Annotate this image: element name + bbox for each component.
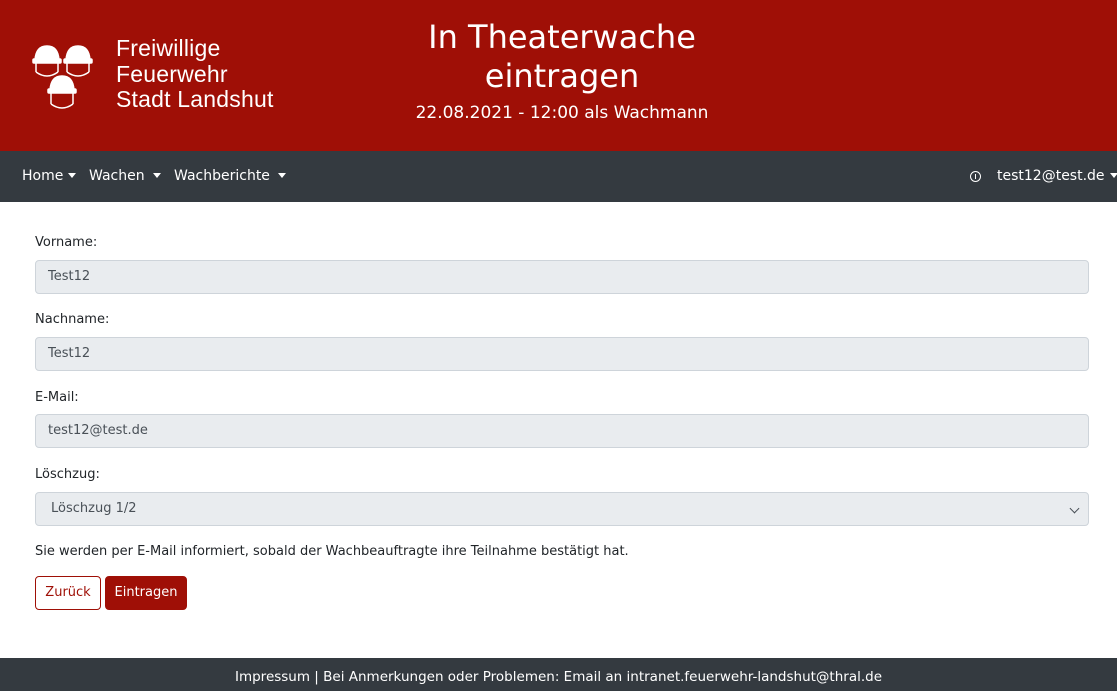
caret-down-icon: [152, 172, 161, 178]
nachname-value: Test12: [48, 346, 91, 361]
fire-brigade-logo-icon: [32, 45, 93, 109]
page-subtitle: 22.08.2021 - 12:00 als Wachmann: [415, 103, 709, 123]
email-field[interactable]: test12@test.de: [35, 414, 1089, 448]
logo-text: Freiwillige Feuerwehr Stadt Landshut: [116, 35, 274, 113]
logo-line-3: Stadt Landshut: [116, 86, 274, 112]
caret-down-icon: [277, 172, 286, 178]
loeschzug-select[interactable]: Löschzug 1/2: [35, 492, 1089, 526]
email-value: test12@test.de: [48, 423, 148, 438]
logo-line-2: Feuerwehr: [116, 60, 228, 87]
loeschzug-label: Löschzug:: [35, 467, 100, 482]
back-button[interactable]: Zurück: [35, 576, 101, 610]
nachname-field[interactable]: Test12: [35, 337, 1089, 371]
info-icon[interactable]: [970, 171, 981, 182]
nav-home-label: Home: [22, 168, 64, 184]
vorname-label: Vorname:: [35, 235, 98, 250]
confirmation-notice: Sie werden per E-Mail informiert, sobald…: [35, 544, 629, 559]
page-header: Freiwillige Feuerwehr Stadt Landshut In …: [0, 0, 1117, 151]
nav-home-dropdown[interactable]: Home: [22, 151, 77, 202]
caret-down-icon: [1109, 172, 1117, 178]
nav-user-dropdown[interactable]: test12@test.de: [997, 151, 1117, 202]
loeschzug-value: Löschzug 1/2: [51, 501, 137, 516]
logo[interactable]: Freiwillige Feuerwehr Stadt Landshut: [30, 35, 290, 116]
nachname-label: Nachname:: [35, 312, 110, 327]
page-title: In Theaterwache eintragen 22.08.2021 - 1…: [362, 18, 762, 124]
caret-down-icon: [68, 172, 77, 178]
main-navbar: Home Wachen Wachberichte test12@test.de: [0, 151, 1117, 202]
nav-wachberichte-label: Wachberichte: [174, 168, 270, 184]
vorname-field[interactable]: Test12: [35, 260, 1089, 294]
vorname-value: Test12: [48, 269, 91, 284]
email-label: E-Mail:: [35, 390, 79, 405]
page-footer: Impressum | Bei Anmerkungen oder Problem…: [0, 658, 1117, 691]
nav-wachen-dropdown[interactable]: Wachen: [89, 151, 161, 202]
nav-wachen-label: Wachen: [89, 168, 145, 184]
nav-wachberichte-dropdown[interactable]: Wachberichte: [174, 151, 286, 202]
submit-button[interactable]: Eintragen: [105, 576, 187, 610]
logo-line-1: Freiwillige: [116, 35, 221, 61]
title-line-1: In Theaterwache: [428, 18, 696, 56]
title-line-2: eintragen: [484, 57, 640, 95]
chevron-down-icon: [1069, 503, 1080, 514]
nav-user-label: test12@test.de: [997, 168, 1105, 184]
